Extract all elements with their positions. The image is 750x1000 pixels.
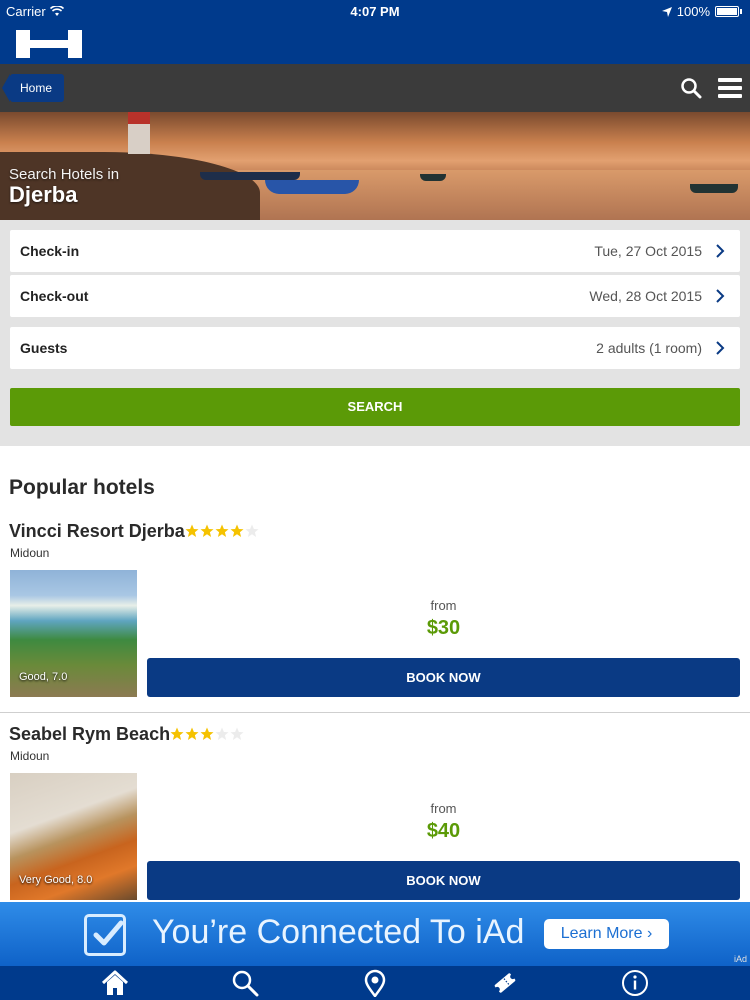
hotel-area: Midoun [10, 749, 50, 763]
star-empty-icon [245, 524, 259, 537]
search-icon[interactable] [231, 969, 259, 997]
star-filled-icon [185, 524, 199, 537]
checkout-value: Wed, 28 Oct 2015 [589, 288, 702, 304]
hero-city-name: Djerba [9, 182, 78, 207]
search-form: Check-in Tue, 27 Oct 2015 Check-out Wed,… [0, 220, 750, 446]
star-rating [170, 727, 244, 741]
hero-banner: Search Hotels in Djerba [0, 112, 750, 220]
price-from-label: from [430, 801, 457, 816]
learn-more-button[interactable]: Learn More › [544, 919, 669, 949]
star-filled-icon [200, 524, 214, 537]
map-pin-icon[interactable] [361, 969, 389, 997]
home-icon[interactable] [101, 969, 129, 997]
iad-banner[interactable]: You’re Connected To iAd Learn More › iAd [0, 902, 750, 966]
nav-bar: Home [0, 64, 750, 112]
home-breadcrumb-button[interactable]: Home [1, 74, 65, 102]
deals-ticket-icon[interactable] [491, 969, 519, 997]
hotel-name[interactable]: Seabel Rym Beach [9, 724, 170, 745]
iad-tagline: You’re Connected To iAd [152, 913, 525, 951]
divider [0, 712, 750, 713]
hotel-price: $30 [426, 617, 461, 639]
iad-mark: iAd [733, 954, 747, 964]
price-from-label: from [430, 598, 457, 613]
tab-bar [0, 966, 750, 1000]
hotel-photo[interactable]: Good, 7.0 [10, 570, 137, 697]
hotel-area: Midoun [10, 546, 50, 560]
star-filled-icon [185, 727, 199, 740]
search-button[interactable]: SEARCH [10, 388, 740, 426]
status-bar: Carrier 4:07 PM 100% [0, 0, 750, 22]
guest-rating: Very Good, 8.0 [19, 874, 93, 886]
star-empty-icon [215, 727, 229, 740]
hotel-photo[interactable]: Very Good, 8.0 [10, 773, 137, 900]
battery-percent: 100% [676, 4, 710, 19]
battery-icon [715, 6, 739, 17]
star-filled-icon [215, 524, 229, 537]
chevron-right-icon [716, 244, 725, 258]
checkout-label: Check-out [20, 288, 89, 304]
hotel-name[interactable]: Vincci Resort Djerba [9, 521, 185, 542]
hero-subtitle: Search Hotels in [9, 166, 120, 183]
guests-value: 2 adults (1 room) [596, 340, 702, 356]
book-now-button[interactable]: BOOK NOW [147, 861, 740, 900]
hotel-price: $40 [426, 820, 461, 842]
chevron-right-icon [716, 289, 725, 303]
star-rating [185, 524, 259, 538]
location-arrow-icon [661, 6, 672, 17]
popular-hotels-heading: Popular hotels [9, 476, 155, 499]
star-filled-icon [230, 524, 244, 537]
chevron-right-icon [716, 341, 725, 355]
guest-rating: Good, 7.0 [19, 671, 68, 683]
info-icon[interactable] [621, 969, 649, 997]
book-now-button[interactable]: BOOK NOW [147, 658, 740, 697]
star-filled-icon [170, 727, 184, 740]
guests-label: Guests [20, 340, 68, 356]
checkin-value: Tue, 27 Oct 2015 [594, 243, 702, 259]
app-header [0, 22, 750, 64]
guests-row[interactable]: Guests 2 adults (1 room) [10, 327, 740, 369]
menu-icon[interactable] [718, 78, 742, 98]
search-icon[interactable] [680, 77, 702, 99]
checkmark-icon [84, 914, 126, 956]
lighthouse-image [128, 112, 150, 154]
star-filled-icon [200, 727, 214, 740]
checkout-row[interactable]: Check-out Wed, 28 Oct 2015 [10, 275, 740, 317]
checkin-label: Check-in [20, 243, 80, 259]
status-time: 4:07 PM [350, 4, 400, 19]
star-empty-icon [230, 727, 244, 740]
checkin-row[interactable]: Check-in Tue, 27 Oct 2015 [10, 230, 740, 272]
hotel-h-logo[interactable] [16, 30, 82, 58]
